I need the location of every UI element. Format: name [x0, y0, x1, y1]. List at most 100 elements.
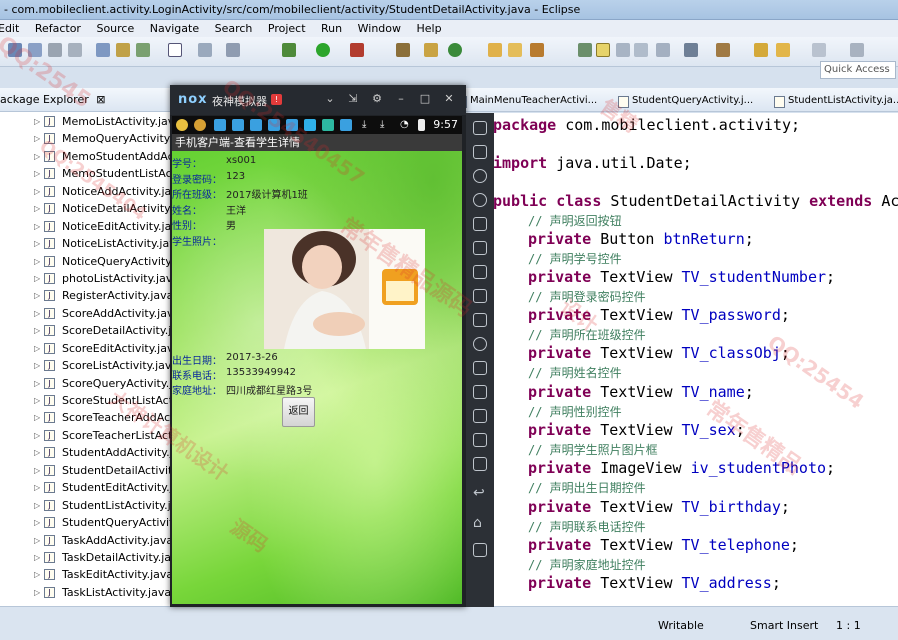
expand-arrow-icon[interactable]: ▷: [34, 253, 40, 270]
annotation-icon[interactable]: [578, 43, 592, 57]
file-item[interactable]: ▷ J TaskListActivity.java: [0, 584, 172, 601]
back-button[interactable]: 返回: [282, 397, 315, 427]
file-item[interactable]: ▷ J MemoStudentListActivity.java: [0, 165, 224, 182]
menu-icon[interactable]: [473, 433, 487, 447]
menu-window[interactable]: Window: [358, 20, 401, 37]
expand-arrow-icon[interactable]: ▷: [34, 409, 40, 426]
file-item[interactable]: ▷ J MemoListActivity.java: [0, 113, 181, 130]
back-nav-icon[interactable]: ↩: [473, 485, 487, 501]
file-item[interactable]: ▷ JphotoListActivity.java: [0, 270, 179, 287]
recent-apps-icon[interactable]: [473, 543, 487, 557]
file-item[interactable]: ▷ J ScoreDetailActivity.java: [0, 322, 191, 339]
maximize-icon[interactable]: □: [418, 92, 432, 106]
expand-arrow-icon[interactable]: ▷: [34, 340, 40, 357]
file-item[interactable]: ▷ J MemoStudentAddActivity.java: [0, 148, 226, 165]
file-item[interactable]: ▷ J NoticeQueryActivity.java: [0, 253, 197, 270]
menu-refactor[interactable]: Refactor: [35, 20, 81, 37]
scissors-icon[interactable]: [473, 169, 487, 183]
tab-main-menu-teacher[interactable]: MainMenuTeacherActivi...: [454, 92, 597, 110]
save-icon[interactable]: [8, 43, 22, 57]
expand-arrow-icon[interactable]: ▷: [34, 287, 40, 304]
expand-arrow-icon[interactable]: ▷: [34, 462, 40, 479]
file-item[interactable]: ▷ J NoticeDetailActivity.java: [0, 200, 196, 217]
close-icon[interactable]: ⊠: [96, 93, 105, 106]
file-item[interactable]: ▷ J ScoreListActivity.java: [0, 357, 178, 374]
expand-arrow-icon[interactable]: ▷: [34, 130, 40, 147]
run-external-icon[interactable]: [350, 43, 364, 57]
shake-icon[interactable]: [473, 361, 487, 375]
file-item[interactable]: ▷ J TaskAddActivity.java: [0, 532, 173, 549]
debug-icon[interactable]: [96, 43, 110, 57]
apk-install-icon[interactable]: [473, 313, 487, 327]
tab-student-list[interactable]: StudentListActivity.ja...: [772, 92, 898, 110]
file-item[interactable]: ▷ J StudentEditActivity.java: [0, 479, 193, 496]
fullscreen-icon[interactable]: [473, 241, 487, 255]
expand-arrow-icon[interactable]: ▷: [34, 392, 40, 409]
file-item[interactable]: ▷ J NoticeListActivity.java: [0, 235, 182, 252]
forward-icon[interactable]: [812, 43, 826, 57]
expand-arrow-icon[interactable]: ▷: [34, 566, 40, 583]
minimize-icon[interactable]: –: [394, 92, 408, 106]
close-icon[interactable]: ✕: [442, 92, 456, 106]
ant-icon[interactable]: [396, 43, 410, 57]
expand-arrow-icon[interactable]: ▷: [34, 497, 40, 514]
file-item[interactable]: ▷ J ScoreEditActivity.java: [0, 340, 180, 357]
toggle-comment-icon[interactable]: [656, 43, 670, 57]
screen-icon[interactable]: [473, 217, 487, 231]
alert-badge[interactable]: !: [271, 94, 282, 105]
search-icon[interactable]: [530, 43, 544, 57]
pin-icon[interactable]: ⇲: [346, 92, 360, 106]
screenshot-icon[interactable]: [473, 121, 487, 135]
location-icon[interactable]: [473, 193, 487, 207]
expand-arrow-icon[interactable]: ▷: [34, 479, 40, 496]
file-item[interactable]: ▷ J ScoreTeacherListActivity.java: [0, 427, 221, 444]
open-type-icon[interactable]: [508, 43, 522, 57]
expand-arrow-icon[interactable]: ▷: [34, 113, 40, 130]
debug-bug-icon[interactable]: [282, 43, 296, 57]
new-icon[interactable]: [424, 43, 438, 57]
plugin-icon[interactable]: [226, 43, 240, 57]
file-item[interactable]: ▷ J MemoQueryActivity.java: [0, 130, 195, 147]
prev-annotation-icon[interactable]: [716, 43, 730, 57]
expand-arrow-icon[interactable]: ▷: [34, 235, 40, 252]
multi-instance-icon[interactable]: [473, 409, 487, 423]
file-item[interactable]: ▷ J StudentDetailActivity.java: [0, 462, 204, 479]
volume-down-icon[interactable]: [473, 289, 487, 303]
expand-arrow-icon[interactable]: ▷: [34, 375, 40, 392]
last-edit-icon[interactable]: [754, 43, 768, 57]
back-icon[interactable]: [776, 43, 790, 57]
menu-project[interactable]: Project: [268, 20, 306, 37]
expand-arrow-icon[interactable]: ▷: [34, 584, 40, 601]
expand-arrow-icon[interactable]: ▷: [34, 532, 40, 549]
file-item[interactable]: ▷ J TaskEditActivity.java: [0, 566, 173, 583]
build-icon[interactable]: [68, 43, 82, 57]
file-item[interactable]: ▷ J StudentAddActivity.java: [0, 444, 193, 461]
block-selection-icon[interactable]: [616, 43, 630, 57]
home-nav-icon[interactable]: ⌂: [473, 515, 487, 531]
run-icon[interactable]: [316, 43, 330, 57]
loading-icon[interactable]: [473, 337, 487, 351]
expand-icon[interactable]: [473, 457, 487, 471]
code-editor[interactable]: package com.mobileclient.activity; import…: [464, 113, 898, 606]
file-item[interactable]: ▷ J ScoreQueryActivity.java: [0, 375, 192, 392]
chevron-down-icon[interactable]: ⌄: [323, 92, 337, 106]
file-item[interactable]: ▷ J NoticeAddActivity.java: [0, 183, 185, 200]
settings-icon[interactable]: [198, 43, 212, 57]
mark-occurrences-icon[interactable]: [596, 43, 610, 57]
pin-icon[interactable]: [850, 43, 864, 57]
next-annotation-icon[interactable]: [684, 43, 698, 57]
expand-arrow-icon[interactable]: ▷: [34, 270, 40, 287]
volume-up-icon[interactable]: [473, 265, 487, 279]
expand-arrow-icon[interactable]: ▷: [34, 357, 40, 374]
expand-arrow-icon[interactable]: ▷: [34, 444, 40, 461]
menu-help[interactable]: Help: [417, 20, 442, 37]
expand-arrow-icon[interactable]: ▷: [34, 148, 40, 165]
file-item[interactable]: ▷ J NoticeEditActivity.java: [0, 218, 185, 235]
expand-arrow-icon[interactable]: ▷: [34, 514, 40, 531]
file-item[interactable]: ▷ J RegisterActivity.java: [0, 287, 173, 304]
file-item[interactable]: ▷ J ScoreTeacherAddActivity.java: [0, 409, 223, 426]
new-class-icon[interactable]: [448, 43, 462, 57]
checkbox-icon[interactable]: [168, 43, 182, 57]
menu-search[interactable]: Search: [215, 20, 253, 37]
gear-icon[interactable]: ⚙: [370, 92, 384, 106]
